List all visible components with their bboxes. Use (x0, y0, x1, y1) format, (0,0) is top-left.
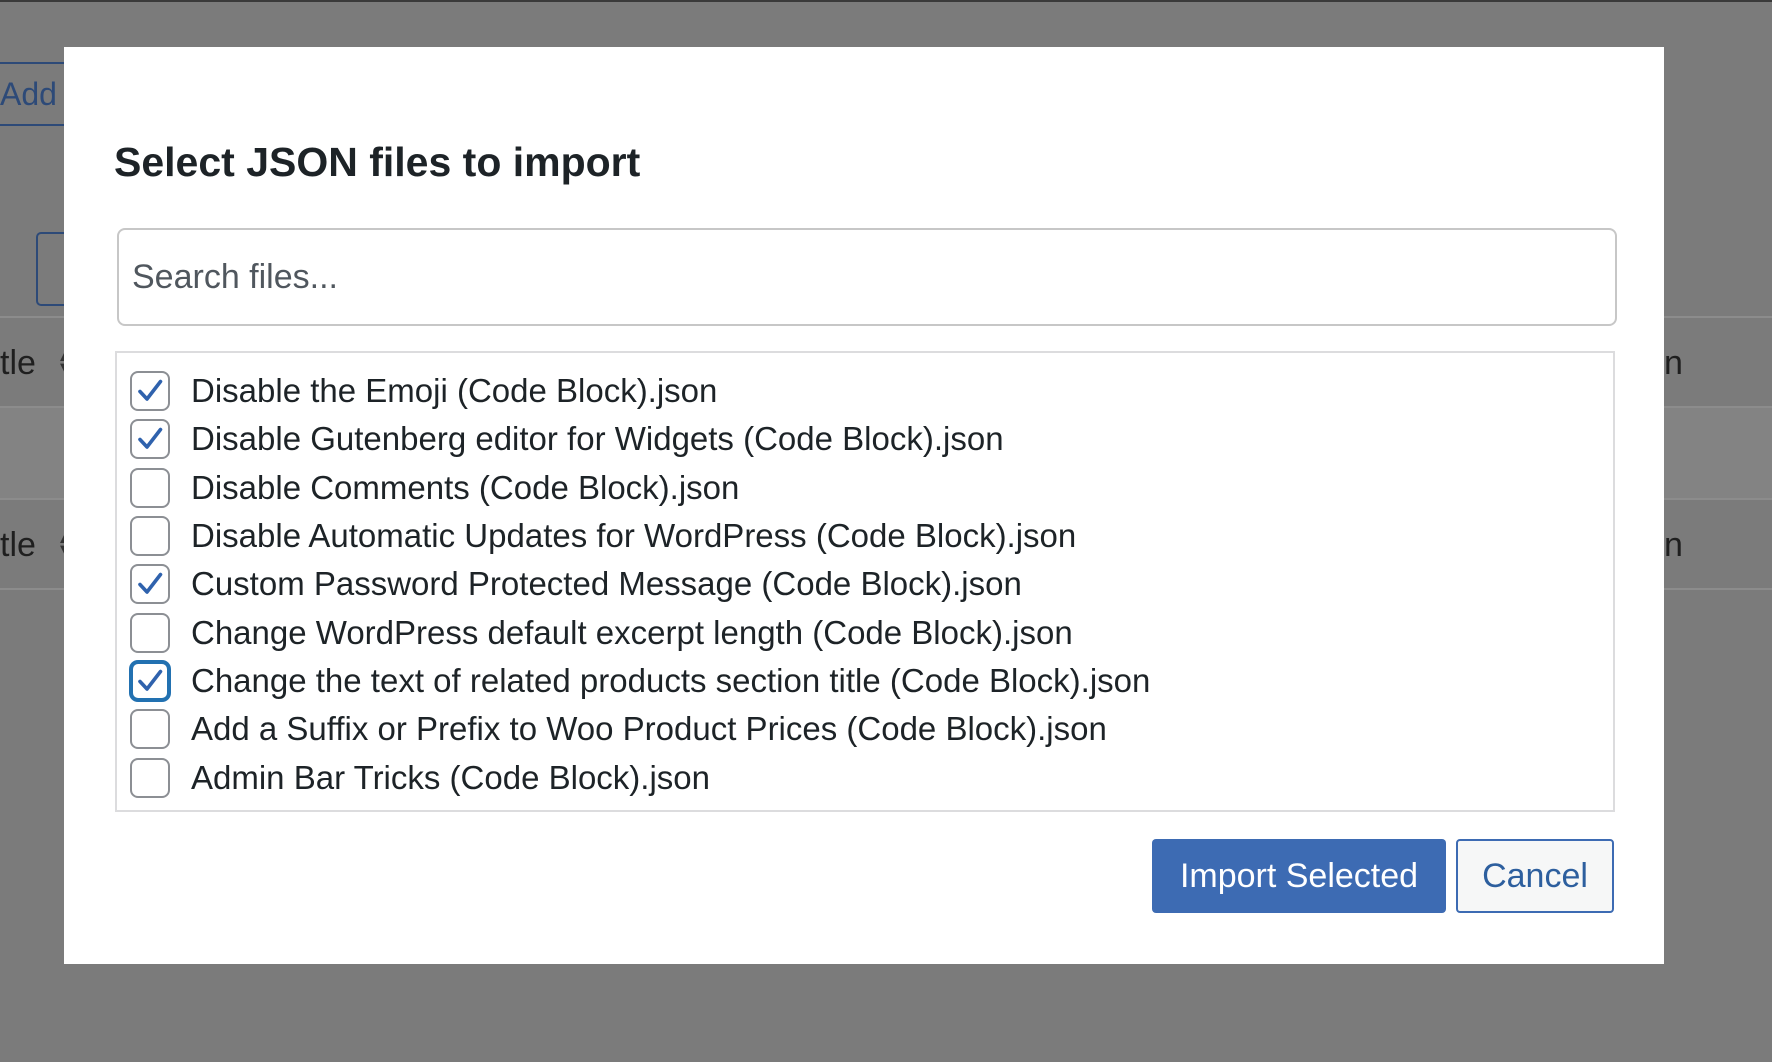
file-checkbox[interactable] (130, 564, 170, 605)
file-list-item[interactable]: Change WordPress default excerpt length … (117, 608, 1613, 656)
file-label: Disable Comments (Code Block).json (191, 468, 740, 506)
checkmark-icon (138, 669, 163, 691)
file-checkbox[interactable] (130, 757, 170, 798)
file-label: Disable Automatic Updates for WordPress … (191, 517, 1077, 555)
file-checkbox[interactable] (130, 516, 170, 557)
file-label: Add a Suffix or Prefix to Woo Product Pr… (191, 710, 1107, 748)
file-checkbox[interactable] (130, 612, 170, 653)
top-border (0, 0, 1772, 2)
file-checkbox[interactable] (130, 467, 170, 508)
checkmark-icon (138, 428, 163, 450)
file-list-item[interactable]: Custom Password Protected Message (Code … (117, 560, 1613, 608)
import-selected-button[interactable]: Import Selected (1152, 839, 1446, 913)
file-label: Change the text of related products sect… (191, 661, 1151, 699)
file-list-item[interactable]: Disable Gutenberg editor for Widgets (Co… (117, 415, 1613, 463)
column-header-title: tle (0, 344, 36, 382)
file-label: Custom Password Protected Message (Code … (191, 565, 1022, 603)
file-list-item[interactable]: Add a Suffix or Prefix to Woo Product Pr… (117, 705, 1613, 753)
import-json-modal: Select JSON files to import Disable the … (64, 47, 1664, 964)
file-label: Change WordPress default excerpt length … (191, 613, 1073, 651)
file-list-item[interactable]: Admin Bar Tricks (Code Block).json (117, 753, 1613, 801)
cancel-button[interactable]: Cancel (1456, 839, 1614, 913)
column-footer-right: n (1664, 526, 1683, 564)
file-list-item[interactable]: Disable Automatic Updates for WordPress … (117, 512, 1613, 560)
file-checkbox[interactable] (130, 419, 170, 460)
checkmark-icon (138, 379, 163, 401)
file-label: Disable Gutenberg editor for Widgets (Co… (191, 420, 1004, 458)
file-list-item[interactable]: Disable the Emoji (Code Block).json (117, 367, 1613, 415)
file-checkbox[interactable] (130, 371, 170, 412)
modal-title: Select JSON files to import (114, 139, 641, 185)
file-list-item[interactable]: Disable Comments (Code Block).json (117, 464, 1613, 512)
file-list: Disable the Emoji (Code Block).json Disab… (115, 351, 1615, 812)
file-checkbox[interactable] (130, 660, 170, 701)
checkmark-icon (138, 573, 163, 595)
file-label: Admin Bar Tricks (Code Block).json (191, 758, 710, 796)
file-checkbox[interactable] (130, 709, 170, 750)
column-footer-title: tle (0, 526, 36, 564)
file-label: Disable the Emoji (Code Block).json (191, 372, 718, 410)
column-header-right: n (1664, 344, 1683, 382)
search-files-input[interactable] (117, 228, 1617, 326)
file-list-item[interactable]: Change the text of related products sect… (117, 657, 1613, 705)
